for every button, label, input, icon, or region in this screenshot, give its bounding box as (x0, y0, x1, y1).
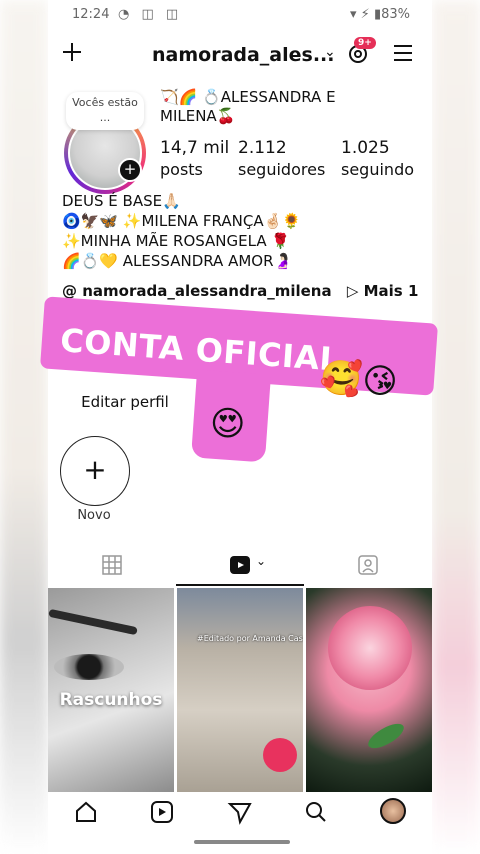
reels-nav-icon[interactable] (148, 798, 176, 826)
wifi-icon: ▾ (349, 7, 357, 22)
leaf-image (364, 719, 408, 753)
drafts-tile[interactable]: Rascunhos (48, 588, 174, 792)
reel-tile[interactable] (306, 588, 432, 792)
profile-stats: 14,7 mil posts 2.112 seguidores 1.025 se… (160, 138, 432, 182)
bio-line: 🌈💍💛 ALESSANDRA AMOR🤰🏻 (62, 252, 293, 270)
stat-followers-label: seguidores (238, 160, 326, 179)
more-links-label: Mais 1 (363, 282, 419, 300)
profile-top-bar: namorada_ales... ⌄ 9+ (48, 34, 432, 78)
more-links-button[interactable]: ▷ Mais 1 (347, 282, 419, 300)
battery-level: 83% (381, 7, 410, 22)
menu-icon[interactable] (392, 42, 414, 64)
chevron-down-icon: ⌄ (256, 554, 267, 568)
send-icon[interactable] (226, 798, 254, 826)
reels-icon (230, 556, 250, 574)
link-circle-icon: ▷ (346, 282, 359, 300)
stat-posts-number: 14,7 mil (160, 138, 230, 158)
bio: DEUS É BASE🙏🏻 🧿🦅🦋 ✨MILENA FRANÇA🤞🏻🌻 ✨MIN… (62, 191, 422, 271)
search-icon[interactable] (302, 798, 330, 826)
tagged-icon (358, 555, 378, 575)
tab-reels[interactable]: ⌄ (176, 544, 304, 586)
background-blur-left (0, 0, 48, 854)
home-icon[interactable] (72, 798, 100, 826)
profile-links: @ namorada_alessandra_milena ▷ Mais 1 (62, 282, 418, 300)
bio-line: DEUS É BASE🙏🏻 (62, 192, 181, 210)
heart-balloon-image (263, 738, 297, 772)
add-story-icon[interactable]: + (118, 158, 142, 182)
notification-icons: ◔ ◫ ◫ (118, 7, 183, 22)
new-highlight-button[interactable]: + (60, 436, 130, 506)
status-bar: 12:24 ◔ ◫ ◫ ▾ ⚡ ▮83% (48, 0, 432, 30)
display-name: 🏹🌈 💍ALESSANDRA E MILENA🍒 (160, 88, 336, 125)
tab-grid[interactable] (48, 544, 176, 584)
stat-followers-number: 2.112 (238, 138, 287, 158)
edit-profile-button[interactable]: Editar perfil (62, 388, 188, 416)
sticker-emojis: 🥰😘 (318, 357, 400, 403)
stat-posts-label: posts (160, 160, 203, 179)
stat-following-number: 1.025 (341, 138, 390, 158)
chevron-down-icon[interactable]: ⌄ (324, 44, 336, 60)
new-highlight-label: Novo (77, 508, 111, 523)
eye-image (54, 654, 124, 680)
status-time: 12:24 (72, 7, 110, 22)
stat-posts[interactable]: 14,7 mil posts (160, 138, 229, 179)
profile-tabs: ⌄ (48, 544, 432, 586)
note-bubble[interactable]: Vocês estão ... (66, 92, 144, 130)
status-right: ▾ ⚡ ▮83% (350, 7, 410, 22)
notification-badge: 9+ (354, 37, 376, 49)
home-indicator (194, 840, 290, 844)
reel-caption: #Editado por Amanda Cassia (197, 634, 303, 643)
stat-following-label: seguindo (341, 160, 415, 179)
bio-line: 🧿🦅🦋 ✨MILENA FRANÇA🤞🏻🌻 (62, 212, 301, 230)
create-plus-icon[interactable] (60, 40, 84, 64)
profile-nav-avatar[interactable] (380, 798, 406, 824)
reels-grid: Rascunhos #Editado por Amanda Cassia (48, 588, 432, 792)
username-switcher[interactable]: namorada_ales... (152, 44, 335, 66)
tab-tagged[interactable] (304, 544, 432, 584)
bottom-navigation (48, 792, 432, 834)
bio-line: ✨MINHA MÃE ROSANGELA 🌹 (62, 232, 291, 250)
eyebrow-image (48, 608, 138, 636)
stat-followers[interactable]: 2.112 seguidores (238, 138, 325, 179)
rose-image (328, 606, 412, 690)
threads-link[interactable]: namorada_alessandra_milena (82, 282, 331, 300)
signal-icon: ⚡ (360, 7, 370, 22)
background-blur-right (432, 0, 480, 854)
stat-following[interactable]: 1.025 seguindo (341, 138, 414, 179)
reel-tile[interactable]: #Editado por Amanda Cassia (177, 588, 303, 792)
plus-icon: + (83, 453, 107, 486)
grid-icon (102, 555, 122, 575)
app-screen: 12:24 ◔ ◫ ◫ ▾ ⚡ ▮83% namorada_ales... ⌄ … (39, 0, 439, 854)
drafts-label: Rascunhos (59, 690, 163, 710)
sticker-emoji-heart-eyes: 😍 (210, 404, 246, 444)
